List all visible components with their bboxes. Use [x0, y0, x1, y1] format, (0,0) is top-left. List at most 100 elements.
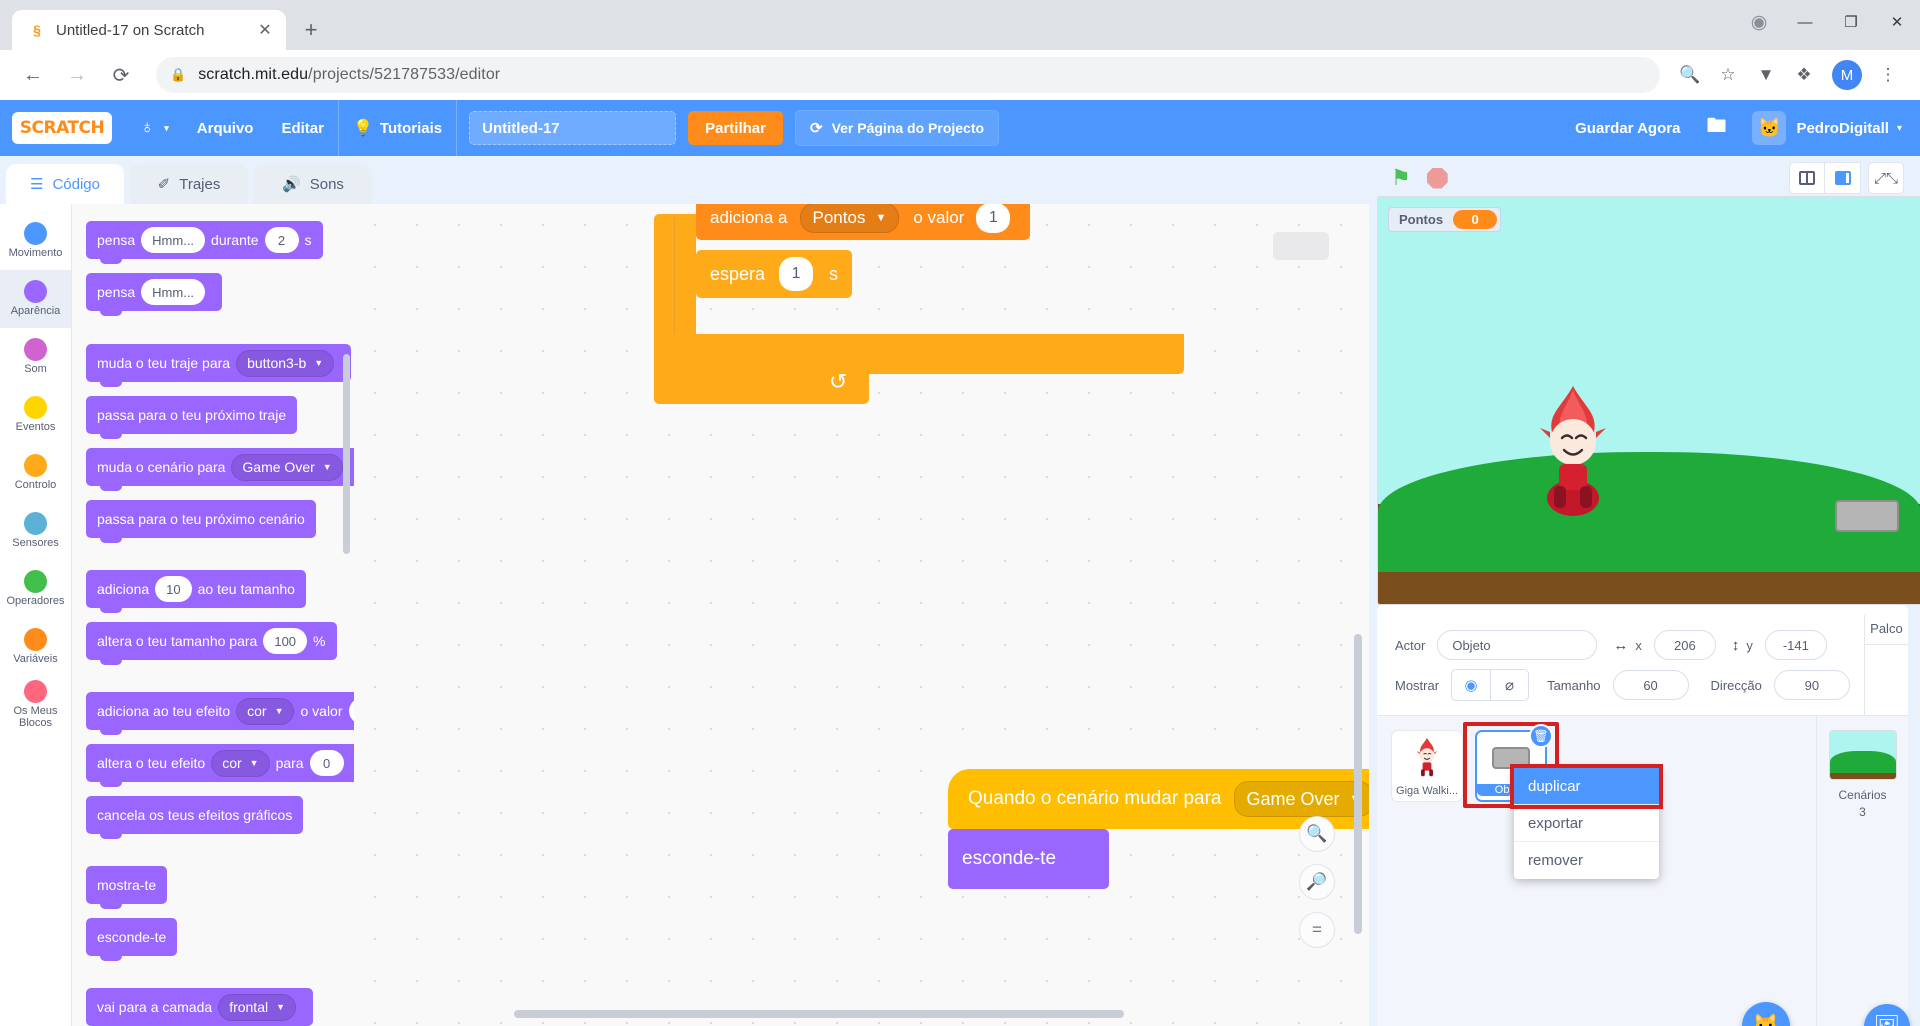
- category-controlo[interactable]: Controlo: [0, 444, 71, 502]
- palette-block-switch-backdrop[interactable]: muda o cenário para Game Over ▼: [86, 448, 354, 491]
- context-menu-item-remover[interactable]: remover: [1514, 842, 1659, 879]
- palette-block-next-costume[interactable]: passa para o teu próximo traje: [86, 396, 298, 439]
- zoom-out-button[interactable]: 🔎: [1299, 864, 1335, 900]
- palette-block-set-size[interactable]: altera o teu tamanho para 100%: [86, 622, 337, 665]
- tab-codigo[interactable]: ☰ Código: [6, 164, 124, 204]
- tab-sons[interactable]: 🔊 Sons: [254, 164, 372, 204]
- category-sensores[interactable]: Sensores: [0, 502, 71, 560]
- project-title-input[interactable]: Untitled-17: [469, 111, 677, 145]
- maximize-icon[interactable]: ❐: [1828, 0, 1874, 44]
- stage-pane[interactable]: Cenários 3 🖼: [1816, 716, 1910, 1026]
- category-movimento[interactable]: Movimento: [0, 212, 71, 270]
- new-tab-button[interactable]: +: [294, 13, 328, 47]
- browser-tab[interactable]: § Untitled-17 on Scratch ✕: [12, 10, 286, 50]
- extensions-puzzle-icon[interactable]: ❖: [1786, 57, 1822, 93]
- variable-monitor[interactable]: Pontos 0: [1388, 207, 1502, 232]
- hide-sprite-button[interactable]: ⌀: [1490, 670, 1528, 700]
- folder-icon[interactable]: 🖿: [1706, 111, 1726, 145]
- stop-icon[interactable]: [1426, 167, 1448, 189]
- block-dropdown[interactable]: Game Over ▼: [231, 453, 343, 481]
- green-flag-icon[interactable]: ⚑: [1391, 165, 1411, 191]
- language-menu[interactable]: ♁ ▾: [126, 100, 183, 156]
- block-input[interactable]: 100: [263, 628, 308, 654]
- block-hide[interactable]: esconde-te: [948, 829, 1109, 889]
- palette-block-set-effect[interactable]: altera o teu efeito cor ▼ para 0: [86, 744, 354, 787]
- back-icon[interactable]: ←: [14, 56, 52, 94]
- block-change-variable[interactable]: adiciona a Pontos ▼ o valor 1: [696, 204, 1031, 240]
- block-dropdown[interactable]: button3-b ▼: [236, 349, 335, 377]
- block-dropdown[interactable]: frontal ▼: [218, 993, 297, 1021]
- block-dropdown[interactable]: cor ▼: [211, 749, 270, 777]
- block-input[interactable]: Hmm...: [141, 227, 206, 253]
- category-operadores[interactable]: Operadores: [0, 560, 71, 618]
- block-dropdown[interactable]: cor ▼: [236, 697, 295, 725]
- save-now-button[interactable]: Guardar Agora: [1575, 120, 1680, 137]
- fullscreen-button[interactable]: ⤢⤡: [1868, 162, 1904, 194]
- address-bar[interactable]: 🔒 scratch.mit.edu/projects/521787533/edi…: [156, 57, 1660, 93]
- palette-block-show[interactable]: mostra-te: [86, 866, 168, 909]
- category-os-meus-blocos[interactable]: Os Meus Blocos: [0, 676, 71, 734]
- giga-sprite-on-stage[interactable]: [1528, 380, 1618, 520]
- share-button[interactable]: Partilhar: [688, 111, 783, 145]
- delete-sprite-button[interactable]: 🗑: [1529, 724, 1553, 748]
- palette-block-clear-effects[interactable]: cancela os teus efeitos gráficos: [86, 796, 304, 839]
- block-input[interactable]: 10: [155, 576, 192, 602]
- category-variaveis[interactable]: Variáveis: [0, 618, 71, 676]
- chevron-down-icon[interactable]: ▼: [1748, 57, 1784, 93]
- block-input[interactable]: 2: [264, 227, 299, 253]
- zoom-reset-button[interactable]: =: [1299, 912, 1335, 948]
- forward-icon[interactable]: →: [58, 56, 96, 94]
- close-icon[interactable]: ✕: [254, 19, 276, 41]
- add-backdrop-button[interactable]: 🖼: [1864, 1004, 1910, 1026]
- palette-block-next-backdrop[interactable]: passa para o teu próximo cenário: [86, 500, 316, 543]
- sprite-card-giga[interactable]: Giga Walki...: [1391, 730, 1463, 802]
- block-palette[interactable]: pensa Hmm... durante 2 s pensa Hmm... muda o te…: [72, 204, 354, 1026]
- palette-scrollbar[interactable]: [343, 354, 350, 554]
- browser-menu-icon[interactable]: ⋮: [1870, 57, 1906, 93]
- palette-block-change-effect[interactable]: adiciona ao teu efeitocor▼o valor25: [86, 692, 354, 735]
- palette-block-think-for[interactable]: pensa Hmm... durante 2 s: [86, 221, 323, 264]
- menu-edit[interactable]: Editar: [267, 100, 338, 156]
- variable-amount-input[interactable]: 1: [976, 204, 1011, 233]
- reload-icon[interactable]: ⟳: [102, 56, 140, 94]
- large-stage-button[interactable]: [1825, 162, 1861, 194]
- sprite-y-input[interactable]: -141: [1764, 630, 1827, 660]
- sprite-list[interactable]: Giga Walki... Objeto 🗑 duplicar exportar…: [1377, 716, 1816, 1026]
- script-workspace[interactable]: ↺ adiciona a Pontos ▼ o valor 1 espera 1…: [354, 204, 1369, 1026]
- search-icon[interactable]: 🔍: [1672, 57, 1708, 93]
- block-wait[interactable]: espera 1 s: [696, 250, 853, 298]
- zoom-in-button[interactable]: 🔍: [1299, 816, 1335, 852]
- stage-canvas[interactable]: Pontos 0: [1377, 196, 1920, 605]
- category-aparencia[interactable]: Aparência: [0, 270, 71, 328]
- block-input[interactable]: 0: [309, 750, 344, 776]
- palette-block-goto-layer[interactable]: vai para a camada frontal ▼: [86, 988, 314, 1026]
- menu-file[interactable]: Arquivo: [183, 100, 268, 156]
- palette-block-change-size[interactable]: adiciona 10 ao teu tamanho: [86, 570, 306, 613]
- menu-tutorials[interactable]: 💡 Tutoriais: [339, 100, 456, 156]
- wait-seconds-input[interactable]: 1: [779, 257, 814, 291]
- palette-block-think[interactable]: pensa Hmm...: [86, 273, 223, 316]
- workspace-top-button[interactable]: [1273, 232, 1329, 260]
- scratch-logo[interactable]: SCRATCH: [12, 112, 112, 144]
- palette-block-switch-costume[interactable]: muda o teu traje para button3-b ▼: [86, 344, 352, 387]
- sprite-x-input[interactable]: 206: [1653, 630, 1716, 660]
- view-project-page-button[interactable]: ⟳ Ver Página do Projecto: [794, 110, 1000, 146]
- window-close-icon[interactable]: ✕: [1874, 0, 1920, 44]
- block-input[interactable]: Hmm...: [141, 279, 206, 305]
- variable-dropdown[interactable]: Pontos ▼: [799, 204, 900, 233]
- context-menu-item-exportar[interactable]: exportar: [1514, 805, 1659, 842]
- sprite-size-input[interactable]: 60: [1612, 670, 1689, 700]
- category-eventos[interactable]: Eventos: [0, 386, 71, 444]
- category-som[interactable]: Som: [0, 328, 71, 386]
- add-sprite-button[interactable]: 🐱: [1742, 1002, 1790, 1026]
- record-icon[interactable]: ◉: [1736, 0, 1782, 44]
- bookmark-star-icon[interactable]: ☆: [1710, 57, 1746, 93]
- palette-block-hide[interactable]: esconde-te: [86, 918, 178, 961]
- tab-trajes[interactable]: ✐ Trajes: [130, 164, 248, 204]
- show-sprite-button[interactable]: ◉: [1452, 670, 1490, 700]
- account-menu[interactable]: 🐱 PedroDigitall ▾: [1752, 111, 1902, 145]
- workspace-vertical-scrollbar[interactable]: [1354, 634, 1362, 934]
- profile-avatar[interactable]: M: [1832, 60, 1862, 90]
- stage-grey-box-sprite[interactable]: [1835, 500, 1899, 532]
- sprite-name-input[interactable]: Objeto: [1437, 630, 1598, 660]
